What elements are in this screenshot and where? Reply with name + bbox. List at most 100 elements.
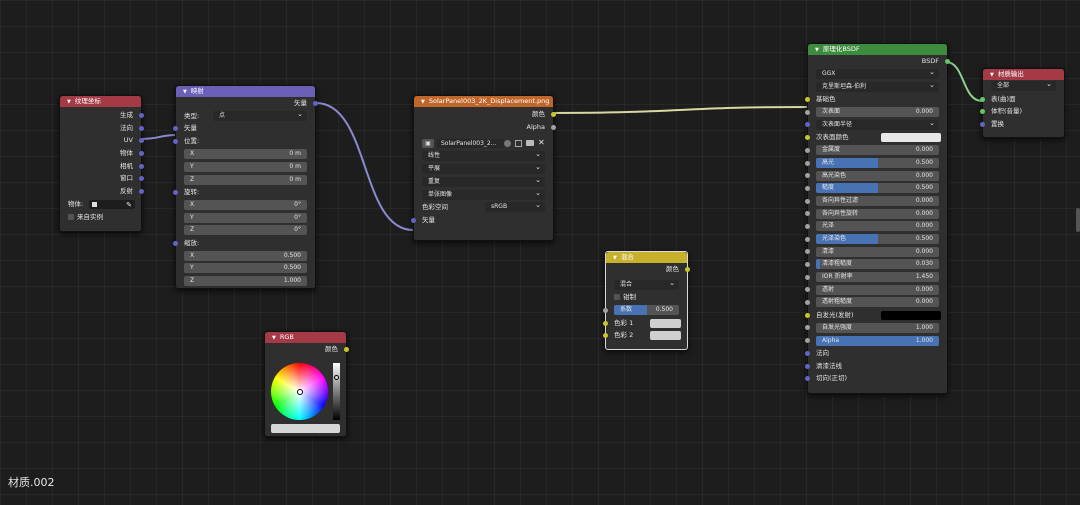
- checkbox-icon[interactable]: [614, 294, 620, 301]
- checkbox-icon[interactable]: [68, 213, 74, 220]
- socket-icon[interactable]: [805, 198, 810, 204]
- param-slider[interactable]: 高光染色 0.000: [816, 170, 939, 181]
- distribution-dropdown[interactable]: GGX: [816, 67, 939, 80]
- socket-icon[interactable]: [805, 135, 810, 141]
- socket-icon[interactable]: [603, 320, 608, 326]
- unlink-icon[interactable]: ✕: [538, 137, 545, 150]
- socket-icon[interactable]: [805, 147, 810, 153]
- projection-dropdown[interactable]: 平展: [422, 162, 545, 175]
- collapse-arrow-icon[interactable]: ▼: [272, 333, 276, 343]
- number-field[interactable]: Z 0°: [184, 225, 307, 236]
- mix-node[interactable]: ▼混合 颜色 混合 钳制 系数0.500 色彩 1 色彩 2: [603, 251, 690, 350]
- socket-icon[interactable]: [313, 101, 318, 106]
- object-field[interactable]: ✎: [89, 199, 135, 209]
- socket-icon[interactable]: [805, 338, 810, 344]
- material-output-node[interactable]: ▼材质输出 全部 表(曲)面 体积(音量) 置换: [980, 68, 1065, 138]
- socket-icon[interactable]: [805, 312, 810, 318]
- target-dropdown[interactable]: 全部: [991, 79, 1056, 92]
- number-field[interactable]: X 0.500: [184, 250, 307, 261]
- subsurface-slider[interactable]: 次表面 0.000: [816, 107, 939, 118]
- socket-icon[interactable]: [805, 350, 810, 356]
- socket-icon[interactable]: [980, 96, 985, 102]
- param-slider[interactable]: 透射 0.000: [816, 284, 939, 295]
- socket-icon[interactable]: [173, 189, 178, 195]
- socket-icon[interactable]: [805, 160, 810, 166]
- socket-icon[interactable]: [805, 185, 810, 191]
- socket-icon[interactable]: [685, 267, 690, 272]
- socket-icon[interactable]: [805, 211, 810, 217]
- type-dropdown[interactable]: 点: [213, 109, 307, 122]
- image-texture-node[interactable]: ▼ SolarPanel003_2K_Displacement.png 颜色 Al…: [411, 95, 556, 241]
- number-field[interactable]: Z 0 m: [184, 174, 307, 185]
- socket-icon[interactable]: [805, 173, 810, 179]
- param-slider[interactable]: 清漆 0.000: [816, 246, 939, 257]
- mapping-node[interactable]: ▼映射 矢量 类型: 点 矢量 位置: X 0 m Y 0 m Z 0 m 旋转: X 0…: [173, 85, 318, 289]
- collapse-arrow-icon[interactable]: ▼: [815, 45, 819, 55]
- number-field[interactable]: Y 0.500: [184, 263, 307, 274]
- value-slider-handle[interactable]: [334, 375, 339, 380]
- param-slider[interactable]: 光泽 0.000: [816, 221, 939, 232]
- number-field[interactable]: X 0°: [184, 199, 307, 210]
- color-cursor[interactable]: [297, 389, 303, 395]
- param-slider[interactable]: 各向异性旋转 0.000: [816, 208, 939, 219]
- colorspace-dropdown[interactable]: sRGB: [485, 200, 545, 213]
- socket-icon[interactable]: [805, 274, 810, 280]
- node-header[interactable]: ▼ 材质输出: [983, 69, 1064, 80]
- collapse-arrow-icon[interactable]: ▼: [67, 97, 71, 107]
- texture-coordinate-node[interactable]: ▼ 纹理坐标 生成 法向 UV 物体 相机 窗口 反射 物体: ✎ 来自实例: [59, 95, 144, 232]
- socket-icon[interactable]: [411, 217, 416, 223]
- param-slider[interactable]: 高光 0.500: [816, 157, 939, 168]
- param-slider[interactable]: IOR 折射率 1.450: [816, 272, 939, 283]
- socket-icon[interactable]: [805, 376, 810, 382]
- subsurface-method-dropdown[interactable]: 克里斯坦森-伯利: [816, 80, 939, 92]
- node-header[interactable]: ▼ 原理化BSDF: [808, 44, 947, 55]
- alpha-slider[interactable]: Alpha 1.000: [816, 335, 939, 346]
- collapse-arrow-icon[interactable]: ▼: [613, 253, 617, 263]
- socket-icon[interactable]: [805, 363, 810, 369]
- param-slider[interactable]: 透射粗糙度 0.000: [816, 297, 939, 308]
- number-field[interactable]: Y 0 m: [184, 161, 307, 172]
- node-header[interactable]: ▼ 纹理坐标: [60, 96, 141, 107]
- open-folder-icon[interactable]: [526, 140, 534, 147]
- number-field[interactable]: X 0 m: [184, 149, 307, 160]
- socket-icon[interactable]: [139, 163, 144, 169]
- param-slider[interactable]: 清漆粗糙度 0.030: [816, 259, 939, 270]
- socket-icon[interactable]: [805, 109, 810, 115]
- param-slider[interactable]: 光泽染色 0.500: [816, 234, 939, 245]
- blend-mode-dropdown[interactable]: 混合: [614, 278, 679, 291]
- clamp-row[interactable]: 钳制: [606, 291, 687, 304]
- socket-icon[interactable]: [173, 240, 178, 246]
- socket-icon[interactable]: [139, 125, 144, 131]
- socket-icon[interactable]: [173, 139, 178, 145]
- collapse-arrow-icon[interactable]: ▼: [183, 87, 187, 97]
- socket-icon[interactable]: [139, 113, 144, 118]
- node-header[interactable]: ▼ RGB: [265, 332, 346, 343]
- fake-user-icon[interactable]: [504, 140, 511, 148]
- node-header[interactable]: ▼ 映射: [176, 86, 315, 97]
- socket-icon[interactable]: [551, 124, 556, 130]
- subsurface-color-swatch[interactable]: [881, 133, 941, 143]
- socket-icon[interactable]: [173, 126, 178, 132]
- socket-icon[interactable]: [805, 236, 810, 242]
- socket-icon[interactable]: [980, 122, 985, 128]
- source-dropdown[interactable]: 单张图像: [422, 188, 545, 200]
- factor-slider[interactable]: 系数 0.500: [614, 305, 679, 316]
- socket-icon[interactable]: [805, 223, 810, 229]
- duplicate-icon[interactable]: [515, 140, 522, 148]
- socket-icon[interactable]: [945, 59, 950, 64]
- param-slider[interactable]: 各向异性过滤 0.000: [816, 195, 939, 206]
- emission-strength-field[interactable]: 自发光强度 1.000: [816, 322, 939, 333]
- socket-icon[interactable]: [805, 300, 810, 306]
- collapse-arrow-icon[interactable]: ▼: [990, 70, 994, 80]
- scrollbar-handle[interactable]: [1076, 208, 1080, 232]
- extension-dropdown[interactable]: 重复: [422, 175, 545, 187]
- socket-icon[interactable]: [805, 287, 810, 293]
- color-wheel[interactable]: [271, 363, 328, 420]
- node-header[interactable]: ▼ SolarPanel003_2K_Displacement.png: [414, 96, 553, 107]
- rgb-node[interactable]: ▼ RGB 颜色: [264, 331, 349, 437]
- number-field[interactable]: Y 0°: [184, 212, 307, 223]
- color2-swatch[interactable]: [650, 331, 681, 341]
- collapse-arrow-icon[interactable]: ▼: [421, 97, 425, 107]
- emission-color-swatch[interactable]: [881, 310, 941, 320]
- param-slider[interactable]: 糙度 0.500: [816, 183, 939, 194]
